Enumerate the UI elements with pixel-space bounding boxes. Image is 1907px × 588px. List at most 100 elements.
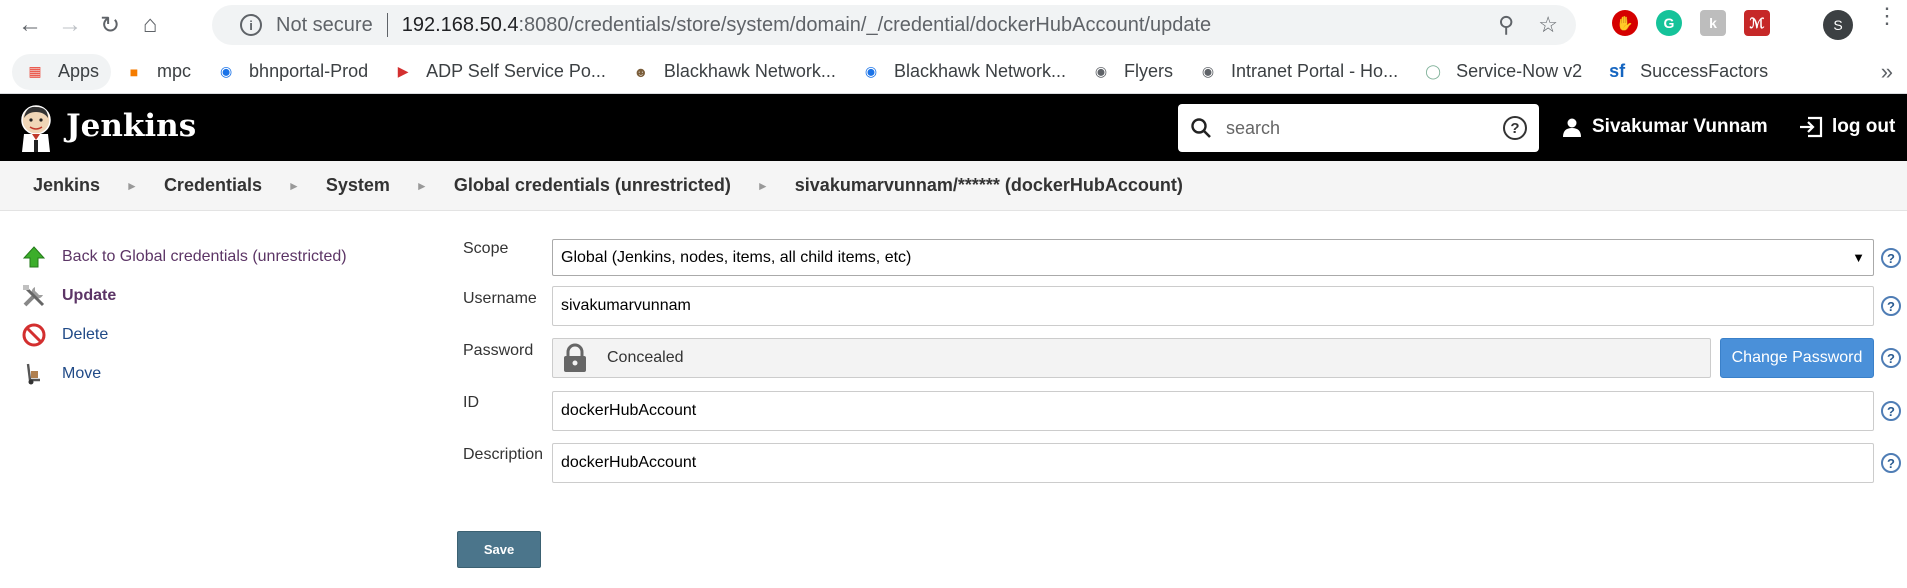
breadcrumb-global-credentials[interactable]: Global credentials (unrestricted) [454, 175, 731, 196]
bookmark-star-icon[interactable]: ☆ [1538, 12, 1558, 38]
breadcrumb-arrow-icon[interactable]: ► [757, 179, 769, 193]
bookmark-item[interactable]: ◉ Flyers [1078, 54, 1185, 90]
bookmark-item[interactable]: ▦ Apps [12, 53, 112, 90]
change-password-button[interactable]: Change Password [1720, 338, 1874, 378]
side-panel: Back to Global credentials (unrestricted… [20, 237, 347, 393]
logout-link[interactable]: log out [1798, 116, 1895, 138]
extension-icon[interactable]: k [1700, 10, 1726, 36]
url-path: :8080/credentials/store/system/domain/_/… [518, 13, 1212, 36]
side-move-link[interactable]: Move [20, 354, 347, 393]
scope-select[interactable]: Global (Jenkins, nodes, items, all child… [552, 239, 1874, 276]
search-icon [1191, 118, 1211, 138]
id-input[interactable]: dockerHubAccount [552, 391, 1874, 431]
info-icon[interactable]: i [240, 14, 262, 36]
bookmarks-overflow-icon[interactable]: » [1881, 59, 1893, 85]
description-input[interactable]: dockerHubAccount [552, 443, 1874, 483]
profile-avatar[interactable]: S [1823, 10, 1853, 40]
avatar-icon: ☻ [633, 63, 649, 80]
pdf-extension-icon[interactable]: ℳ [1744, 10, 1770, 36]
bookmark-label: mpc [157, 61, 192, 81]
bookmark-label: bhnportal-Prod [249, 61, 369, 81]
breadcrumb-arrow-icon[interactable]: ► [126, 179, 138, 193]
home-icon[interactable]: ⌂ [130, 5, 170, 45]
bookmark-label: Apps [58, 61, 100, 81]
hand-truck-icon [20, 360, 48, 388]
url-host: 192.168.50.4 [401, 13, 519, 36]
url-text[interactable]: 192.168.50.4:8080/credentials/store/syst… [402, 14, 1211, 37]
up-arrow-icon [20, 243, 48, 271]
bookmark-item[interactable]: sf SuccessFactors [1594, 54, 1780, 90]
bookmark-label: Service-Now v2 [1456, 61, 1583, 81]
user-link[interactable]: Sivakumar Vunnam [1562, 116, 1768, 138]
bookmark-item[interactable]: ◉ Intranet Portal - Ho... [1185, 54, 1410, 90]
search-box: ? [1178, 104, 1539, 152]
side-back-link[interactable]: Back to Global credentials (unrestricted… [20, 237, 347, 276]
bookmark-label: ADP Self Service Po... [426, 61, 606, 81]
breadcrumb-arrow-icon[interactable]: ► [416, 179, 428, 193]
back-arrow-icon[interactable]: ← [10, 5, 50, 45]
bookmark-label: SuccessFactors [1640, 61, 1769, 81]
side-delete-link[interactable]: Delete [20, 315, 347, 354]
jenkins-logo-icon[interactable] [18, 104, 54, 152]
breadcrumb-system[interactable]: System [326, 175, 390, 196]
search-input[interactable] [1226, 117, 1503, 139]
logout-icon [1800, 116, 1823, 138]
save-button[interactable]: Save [457, 531, 541, 568]
lock-icon [564, 343, 586, 372]
address-separator [386, 13, 388, 37]
bookmark-item[interactable]: ▶ ADP Self Service Po... [380, 54, 618, 90]
scope-label: Scope [463, 240, 509, 257]
forward-arrow-icon[interactable]: → [50, 5, 90, 45]
globe-icon: ◉ [1094, 63, 1108, 79]
cube-icon: ■ [129, 63, 139, 80]
reload-icon[interactable]: ↻ [90, 5, 130, 45]
globe-icon: ◉ [1201, 63, 1215, 79]
adp-icon: ▶ [397, 63, 409, 79]
breadcrumb-credentials[interactable]: Credentials [164, 175, 262, 196]
bookmark-item[interactable]: ☻ Blackhawk Network... [618, 54, 848, 90]
not-secure-label: Not secure [276, 13, 373, 36]
user-icon [1563, 118, 1581, 137]
breadcrumb-arrow-icon[interactable]: ► [288, 179, 300, 193]
jenkins-title[interactable]: Jenkins [66, 108, 196, 144]
adblock-extension-icon[interactable]: ✋ [1612, 10, 1638, 36]
no-entry-icon [20, 321, 48, 349]
ring-icon: ◯ [1425, 63, 1441, 79]
search-help-icon[interactable]: ? [1503, 116, 1527, 140]
scope-help-icon[interactable]: ? [1881, 248, 1901, 268]
bookmark-label: Intranet Portal - Ho... [1231, 61, 1399, 81]
circle-icon: ◉ [864, 63, 878, 79]
bookmark-item[interactable]: ◉ bhnportal-Prod [203, 54, 380, 90]
bookmark-item[interactable]: ◯ Service-Now v2 [1410, 54, 1594, 90]
bookmark-label: Blackhawk Network... [893, 61, 1066, 81]
username-label: Username [463, 290, 537, 307]
id-label: ID [463, 394, 479, 411]
description-help-icon[interactable]: ? [1881, 453, 1901, 473]
scope-value: Global (Jenkins, nodes, items, all child… [561, 248, 912, 266]
username-help-icon[interactable]: ? [1881, 296, 1901, 316]
id-help-icon[interactable]: ? [1881, 401, 1901, 421]
bookmark-label: Blackhawk Network... [663, 61, 836, 81]
id-value: dockerHubAccount [561, 402, 697, 419]
browser-menu-icon[interactable]: ⋮ [1876, 5, 1898, 27]
bookmark-item[interactable]: ◉ Blackhawk Network... [848, 54, 1078, 90]
grammarly-extension-icon[interactable]: G [1656, 10, 1682, 36]
side-update-link[interactable]: Update [20, 276, 347, 315]
jenkins-header: Jenkins ? Sivakumar Vunnam log out [0, 94, 1907, 161]
username-value: sivakumarvunnam [561, 297, 691, 314]
logout-label: log out [1832, 116, 1896, 137]
description-label: Description [463, 446, 544, 463]
tools-icon [20, 282, 48, 310]
zoom-icon[interactable]: ⚲ [1498, 12, 1514, 38]
address-bar[interactable]: i Not secure 192.168.50.4:8080/credentia… [212, 5, 1576, 45]
breadcrumb-jenkins[interactable]: Jenkins [33, 175, 100, 196]
user-name: Sivakumar Vunnam [1592, 116, 1768, 137]
username-input[interactable]: sivakumarvunnam [552, 286, 1874, 326]
bookmark-item[interactable]: ■ mpc [111, 54, 203, 90]
breadcrumb-credential[interactable]: sivakumarvunnam/****** (dockerHubAccount… [795, 175, 1183, 196]
breadcrumb: Jenkins ► Credentials ► System ► Global … [0, 161, 1907, 211]
password-help-icon[interactable]: ? [1881, 348, 1901, 368]
bookmarks-bar: ▦ Apps ■ mpc ◉ bhnportal-Prod ▶ ADP Self Servic… [0, 50, 1907, 94]
side-update-label: Update [62, 286, 117, 304]
apps-grid-icon: ▦ [28, 63, 42, 79]
